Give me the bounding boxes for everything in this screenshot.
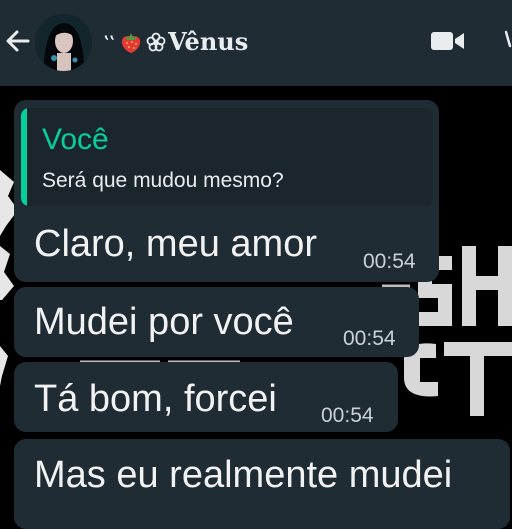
avatar[interactable]	[35, 14, 92, 71]
arrow-left-icon[interactable]	[4, 27, 30, 55]
contact-name[interactable]: ‛‛ Vênus	[104, 26, 248, 58]
message-text: Tá bom, forcei	[34, 378, 277, 420]
message-text: Claro, meu amor	[34, 223, 317, 265]
chat-header: ‛‛ Vênus	[0, 0, 512, 86]
video-camera-icon[interactable]	[430, 29, 466, 53]
name-prefix: ‛‛	[104, 32, 116, 51]
contact-name-text: Vênus	[168, 27, 249, 56]
quoted-text: Será que mudou mesmo?	[42, 169, 284, 192]
strawberry-icon	[121, 33, 141, 53]
message-time: 00:54	[363, 250, 416, 273]
message-time: 00:54	[321, 404, 374, 427]
message-text: Mudei por você	[34, 301, 294, 343]
flower-icon	[146, 32, 166, 52]
overflow-edge-icon[interactable]	[505, 30, 512, 48]
quoted-reply[interactable]: Você Será que mudou mesmo?	[21, 108, 433, 206]
message-time: 00:54	[343, 327, 396, 350]
message-text: Mas eu realmente mudei	[34, 454, 453, 496]
quoted-author: Você	[42, 123, 109, 156]
quote-accent-bar	[21, 108, 27, 206]
